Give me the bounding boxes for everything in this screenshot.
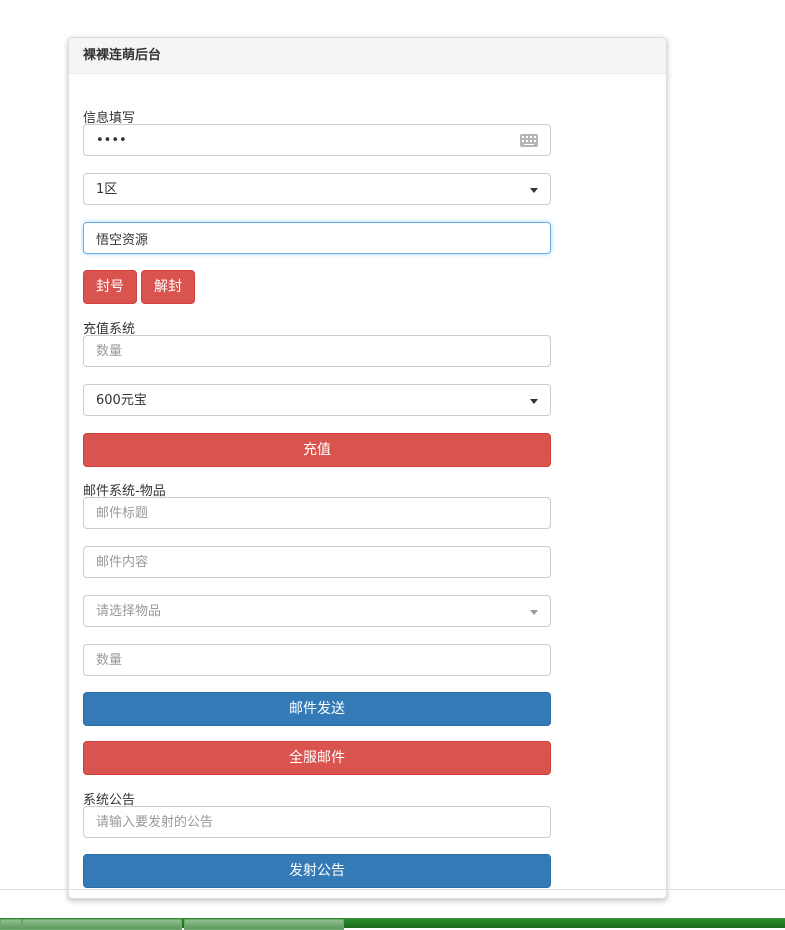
taskbar-window-button[interactable]	[184, 919, 344, 930]
player-input[interactable]	[84, 223, 550, 253]
panel-title: 裸裸连萌后台	[69, 38, 666, 74]
chevron-down-icon	[530, 188, 538, 193]
taskbar	[0, 918, 785, 930]
mail-title-input[interactable]	[84, 498, 550, 528]
server-select-value: 1区	[96, 182, 118, 197]
item-select[interactable]: 请选择物品	[83, 595, 551, 627]
admin-panel: 裸裸连萌后台 信息填写 1区 封号 解封 充值系统 600元宝 充值 邮件系统-…	[68, 37, 667, 899]
announcement-field[interactable]	[83, 806, 551, 838]
window-bottom-divider	[0, 889, 785, 890]
account-field[interactable]	[83, 124, 551, 156]
package-select-value: 600元宝	[96, 393, 147, 408]
mail-quantity-field[interactable]	[83, 644, 551, 676]
item-select-placeholder: 请选择物品	[96, 604, 162, 619]
start-button[interactable]	[0, 919, 22, 930]
recharge-amount-field[interactable]	[83, 335, 551, 367]
taskbar-window-button[interactable]	[22, 919, 182, 930]
recharge-button[interactable]: 充值	[83, 433, 551, 467]
mail-title-field[interactable]	[83, 497, 551, 529]
recharge-amount-input[interactable]	[84, 336, 550, 366]
player-field[interactable]	[83, 222, 551, 254]
server-select[interactable]: 1区	[83, 173, 551, 205]
chevron-down-icon	[530, 399, 538, 404]
chevron-down-icon	[530, 610, 538, 615]
keyboard-icon[interactable]	[520, 134, 538, 147]
send-announcement-button[interactable]: 发射公告	[83, 854, 551, 888]
mail-quantity-input[interactable]	[84, 645, 550, 675]
announcement-input[interactable]	[84, 807, 550, 837]
send-mail-button[interactable]: 邮件发送	[83, 692, 551, 726]
ban-button[interactable]: 封号	[83, 270, 137, 304]
package-select[interactable]: 600元宝	[83, 384, 551, 416]
mail-content-input[interactable]	[84, 547, 550, 577]
all-server-mail-button[interactable]: 全服邮件	[83, 741, 551, 775]
unban-button[interactable]: 解封	[141, 270, 195, 304]
mail-content-field[interactable]	[83, 546, 551, 578]
account-input[interactable]	[84, 125, 550, 155]
